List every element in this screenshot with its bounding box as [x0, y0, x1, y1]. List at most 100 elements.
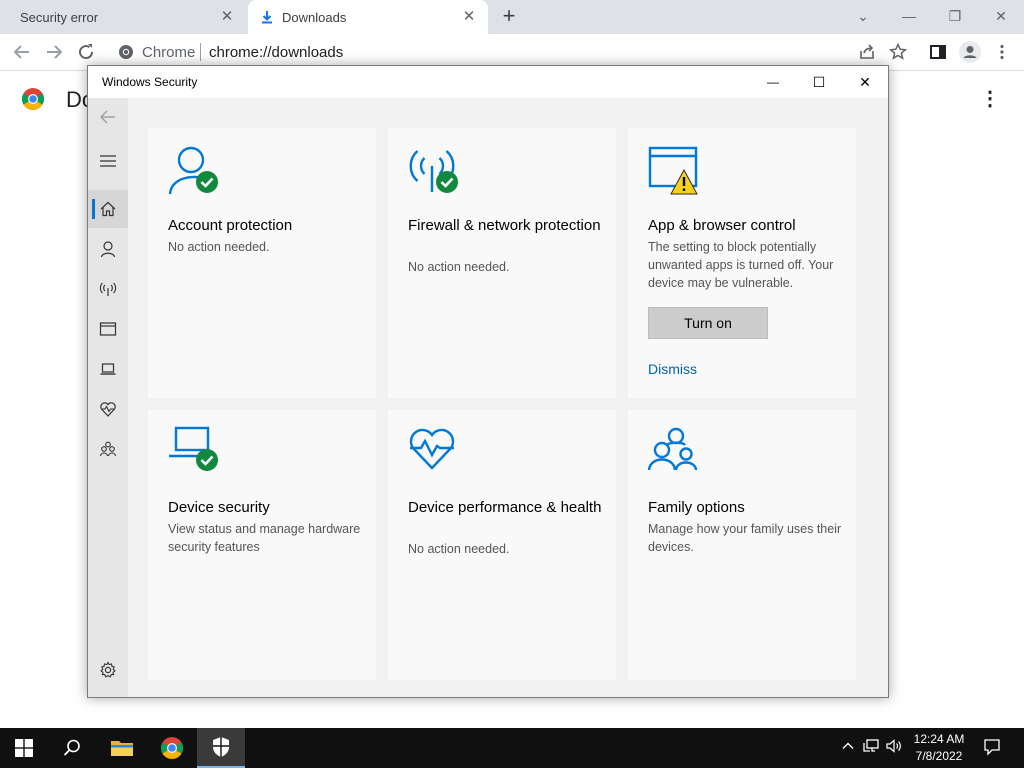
settings-gear-icon	[100, 661, 116, 678]
omnibox[interactable]: Chrome chrome://downloads	[108, 37, 888, 67]
back-arrow-icon	[100, 110, 115, 124]
browser-close-button[interactable]: ✕	[978, 4, 1024, 28]
tile-status-text: The setting to block potentially unwante…	[648, 240, 834, 290]
chrome-logo-icon	[22, 88, 44, 110]
sidebar-item-family-options[interactable]	[88, 430, 128, 468]
side-panel-icon[interactable]	[928, 42, 948, 62]
profile-avatar-icon[interactable]	[958, 40, 982, 64]
sidebar-item-settings[interactable]	[88, 651, 128, 689]
search-icon	[63, 739, 80, 756]
firewall-network-icon	[409, 150, 458, 193]
family-options-icon	[648, 427, 698, 471]
windows-taskbar: 12:24 AM 7/8/2022	[0, 728, 1024, 768]
app-browser-control-icon	[648, 146, 698, 195]
device-security-icon	[169, 426, 218, 471]
forward-arrow-icon[interactable]	[42, 40, 66, 64]
tile-title: Device security	[168, 499, 270, 516]
window-minimize-button[interactable]: —	[750, 70, 796, 94]
windows-security-window: Windows Security — ☐ ✕ Account protectio…	[87, 65, 889, 698]
action-center-notifications-icon[interactable]	[982, 738, 1002, 758]
tile-title: Account protection	[168, 217, 293, 234]
volume-icon[interactable]	[884, 738, 904, 758]
tab-downloads[interactable]: Downloads ✕	[248, 0, 488, 34]
sidebar-item-app-browser[interactable]	[88, 310, 128, 348]
omnibox-url[interactable]: chrome://downloads	[209, 44, 343, 61]
tile-title: Family options	[648, 499, 745, 516]
taskbar-file-explorer[interactable]	[98, 728, 146, 768]
device-performance-icon	[409, 428, 455, 470]
download-icon	[262, 11, 272, 24]
omnibox-site-chip: Chrome	[142, 44, 196, 61]
clock-time: 12:24 AM	[913, 732, 965, 746]
new-tab-button[interactable]: +	[498, 5, 520, 28]
omnibox-separator	[200, 43, 201, 61]
tile-device-performance[interactable]: Device performance & health No action ne…	[388, 410, 616, 680]
tile-firewall-network[interactable]: Firewall & network protection No action …	[388, 128, 616, 398]
taskbar-windows-security[interactable]	[197, 728, 245, 768]
account-protection-icon	[168, 146, 218, 195]
turn-on-button[interactable]: Turn on	[648, 307, 768, 339]
device-performance-icon	[100, 402, 116, 417]
window-close-button[interactable]: ✕	[842, 70, 888, 94]
browser-minimize-button[interactable]: —	[886, 4, 932, 28]
downloads-menu-icon[interactable]: ⋮	[980, 88, 1000, 110]
tile-family-options[interactable]: Family options Manage how your family us…	[628, 410, 856, 680]
app-browser-control-icon	[99, 322, 117, 336]
share-icon[interactable]	[857, 42, 877, 62]
tile-title: Device performance & health	[408, 499, 602, 516]
browser-tab-strip: Security error ✕ Downloads ✕ + ⌄ — ❐ ✕	[0, 0, 1024, 34]
taskbar-clock[interactable]: 12:24 AM 7/8/2022	[908, 731, 970, 765]
tile-account-protection[interactable]: Account protection No action needed.	[148, 128, 376, 398]
sidebar-back-button[interactable]	[88, 98, 128, 136]
firewall-network-icon	[99, 282, 117, 296]
tile-status-text: View status and manage hardware security…	[168, 522, 361, 554]
taskbar-chrome[interactable]	[148, 728, 196, 768]
navigation-sidebar	[88, 98, 128, 697]
tab-security-error[interactable]: Security error ✕	[0, 0, 246, 34]
security-at-a-glance: Account protection No action needed. Fir…	[128, 98, 888, 697]
tile-title: Firewall & network protection	[408, 217, 601, 234]
clock-date: 7/8/2022	[915, 749, 963, 763]
windows-logo-icon	[15, 739, 33, 757]
close-tab-icon[interactable]: ✕	[460, 8, 478, 26]
sidebar-item-firewall[interactable]	[88, 270, 128, 308]
window-title: Windows Security	[102, 75, 198, 89]
device-security-icon	[100, 363, 116, 375]
shield-icon	[213, 737, 229, 757]
browser-restore-button[interactable]: ❐	[932, 4, 978, 28]
window-titlebar[interactable]: Windows Security — ☐ ✕	[88, 66, 888, 98]
chrome-menu-icon[interactable]	[992, 42, 1012, 62]
show-hidden-icons-chevron-icon[interactable]	[838, 738, 858, 758]
chrome-site-icon	[119, 45, 133, 59]
window-maximize-button[interactable]: ☐	[796, 70, 842, 94]
sidebar-item-device-performance[interactable]	[88, 390, 128, 428]
close-tab-icon[interactable]: ✕	[218, 8, 236, 26]
tile-status-text: No action needed.	[168, 240, 270, 254]
sidebar-item-device-security[interactable]	[88, 350, 128, 388]
home-icon	[100, 201, 116, 217]
sidebar-item-home[interactable]	[88, 190, 128, 228]
sidebar-menu-button[interactable]	[88, 142, 128, 180]
desktop-screen: Security error ✕ Downloads ✕ + ⌄ — ❐ ✕ C…	[0, 0, 1024, 768]
tab-label: Downloads	[282, 9, 347, 25]
dismiss-link[interactable]: Dismiss	[648, 361, 697, 377]
bookmark-star-icon[interactable]	[888, 42, 908, 62]
back-arrow-icon[interactable]	[10, 40, 34, 64]
sidebar-item-account-protection[interactable]	[88, 230, 128, 268]
reload-icon[interactable]	[74, 40, 98, 64]
tile-title: App & browser control	[648, 217, 796, 234]
tab-search-chevron-icon[interactable]: ⌄	[840, 4, 886, 28]
account-protection-icon	[100, 241, 116, 258]
chrome-icon	[161, 737, 183, 759]
tile-app-browser-control[interactable]: App & browser control The setting to blo…	[628, 128, 856, 398]
tile-status-text: No action needed.	[408, 260, 510, 274]
hamburger-menu-icon	[100, 155, 116, 167]
tile-status-text: No action needed.	[408, 542, 510, 556]
start-button[interactable]	[0, 728, 48, 768]
family-options-icon	[99, 441, 117, 457]
network-icon[interactable]	[861, 738, 881, 758]
tile-device-security[interactable]: Device security View status and manage h…	[148, 410, 376, 680]
folder-icon	[111, 741, 133, 756]
tile-status-text: Manage how your family uses their device…	[648, 522, 842, 554]
taskbar-search-button[interactable]	[48, 728, 96, 768]
